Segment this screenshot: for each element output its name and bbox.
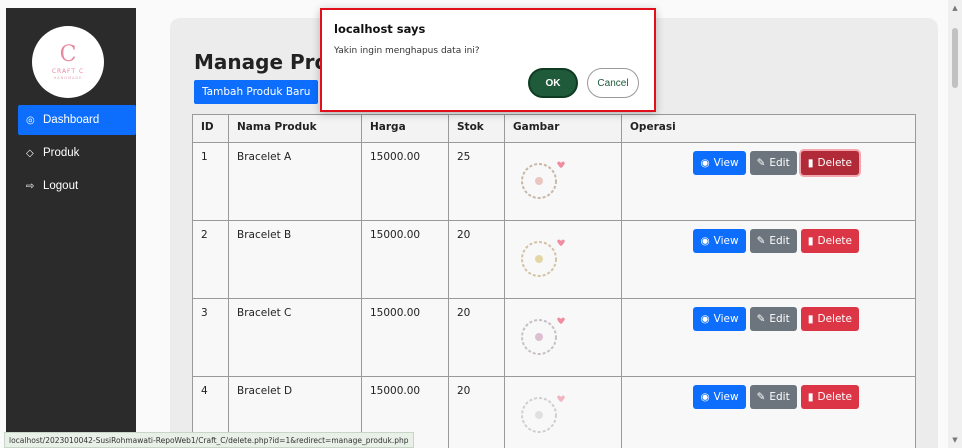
vertical-scrollbar[interactable]: ▲ ▼: [948, 0, 962, 448]
cell-stok: 20: [448, 298, 505, 377]
view-label: View: [713, 313, 739, 325]
trash-icon: ▮: [807, 235, 814, 247]
dashboard-icon: ◎: [26, 114, 35, 126]
cell-image: [504, 376, 622, 448]
sidebar-nav: ◎ Dashboard ◇ Produk ⇨ Logout: [18, 105, 136, 204]
sidebar-item-dashboard[interactable]: ◎ Dashboard: [18, 105, 136, 135]
product-table: ID Nama Produk Harga Stok Gambar Operasi…: [192, 114, 916, 448]
logo-brand: CRAFT C: [51, 68, 85, 75]
delete-label: Delete: [817, 391, 853, 403]
product-image: [521, 161, 565, 199]
cell-id: 2: [192, 220, 229, 299]
view-button[interactable]: ◉ View: [693, 307, 746, 331]
edit-label: Edit: [769, 391, 790, 403]
scrollbar-thumb[interactable]: [952, 28, 958, 88]
add-product-button[interactable]: Tambah Produk Baru: [194, 80, 319, 104]
column-header: Harga: [361, 114, 449, 143]
status-bar-url: localhost/2023010042-SusiRohmawati-RepoW…: [4, 432, 414, 448]
trash-icon: ▮: [807, 157, 814, 169]
edit-button[interactable]: ✎ Edit: [749, 229, 797, 253]
scroll-down-icon[interactable]: ▼: [951, 436, 959, 444]
cell-price: 15000.00: [361, 142, 449, 221]
brand-logo[interactable]: C CRAFT C HANDMADE: [32, 26, 104, 98]
scroll-up-icon[interactable]: ▲: [951, 4, 959, 12]
box-icon: ◇: [26, 147, 34, 159]
edit-button[interactable]: ✎ Edit: [749, 151, 797, 175]
eye-icon: ◉: [700, 157, 710, 169]
pencil-icon: ✎: [756, 157, 766, 169]
edit-button[interactable]: ✎ Edit: [749, 307, 797, 331]
edit-label: Edit: [769, 313, 790, 325]
column-header: Nama Produk: [228, 114, 362, 143]
browser-viewport: C CRAFT C HANDMADE ◎ Dashboard ◇ Produk …: [0, 0, 962, 448]
product-image: [521, 239, 565, 277]
ok-button[interactable]: OK: [528, 68, 578, 98]
sidebar-item-label: Produk: [43, 147, 80, 159]
cancel-button[interactable]: Cancel: [587, 68, 639, 98]
delete-label: Delete: [817, 235, 853, 247]
cell-stok: 20: [448, 376, 505, 448]
view-button[interactable]: ◉ View: [693, 229, 746, 253]
cell-operations: ◉ View ✎ Edit ▮ Delete: [621, 298, 916, 377]
cell-price: 15000.00: [361, 220, 449, 299]
sidebar: C CRAFT C HANDMADE ◎ Dashboard ◇ Produk …: [6, 8, 136, 448]
delete-button[interactable]: ▮ Delete: [800, 229, 859, 253]
delete-label: Delete: [817, 313, 853, 325]
cell-image: [504, 220, 622, 299]
trash-icon: ▮: [807, 391, 814, 403]
column-header: Operasi: [621, 114, 916, 143]
dialog-title: localhost says: [334, 22, 426, 36]
cell-image: [504, 142, 622, 221]
table-header-row: ID Nama Produk Harga Stok Gambar Operasi: [192, 114, 916, 143]
eye-icon: ◉: [700, 313, 710, 325]
cell-operations: ◉ View ✎ Edit ▮ Delete: [621, 142, 916, 221]
sidebar-item-logout[interactable]: ⇨ Logout: [18, 171, 136, 201]
dialog-message: Yakin ingin menghapus data ini?: [334, 46, 480, 56]
column-header: ID: [192, 114, 229, 143]
sidebar-item-label: Dashboard: [43, 114, 100, 126]
delete-button[interactable]: ▮ Delete: [800, 307, 859, 331]
table-row: 3 Bracelet C 15000.00 20 ◉ View ✎ Edit ▮ De…: [192, 298, 916, 377]
edit-label: Edit: [769, 235, 790, 247]
cell-name: Bracelet B: [228, 220, 362, 299]
eye-icon: ◉: [700, 235, 710, 247]
logout-icon: ⇨: [26, 180, 35, 192]
view-button[interactable]: ◉ View: [693, 151, 746, 175]
sidebar-item-produk[interactable]: ◇ Produk: [18, 138, 136, 168]
table-row: 2 Bracelet B 15000.00 20 ◉ View ✎ Edit ▮ De…: [192, 220, 916, 299]
table-row: 1 Bracelet A 15000.00 25 ◉ View ✎ Edit ▮ De…: [192, 142, 916, 221]
pencil-icon: ✎: [756, 235, 766, 247]
trash-icon: ▮: [807, 313, 814, 325]
column-header: Gambar: [504, 114, 622, 143]
delete-label: Delete: [817, 157, 853, 169]
cell-stok: 25: [448, 142, 505, 221]
sidebar-item-label: Logout: [43, 180, 79, 192]
cell-operations: ◉ View ✎ Edit ▮ Delete: [621, 220, 916, 299]
logo-mark: C: [59, 42, 77, 67]
view-label: View: [713, 235, 739, 247]
edit-button[interactable]: ✎ Edit: [749, 385, 797, 409]
confirm-dialog: localhost says Yakin ingin menghapus dat…: [320, 8, 656, 112]
cell-name: Bracelet C: [228, 298, 362, 377]
product-image: [521, 317, 565, 355]
view-label: View: [713, 391, 739, 403]
column-header: Stok: [448, 114, 505, 143]
cell-stok: 20: [448, 220, 505, 299]
cell-name: Bracelet A: [228, 142, 362, 221]
eye-icon: ◉: [700, 391, 710, 403]
cell-id: 1: [192, 142, 229, 221]
cell-operations: ◉ View ✎ Edit ▮ Delete: [621, 376, 916, 448]
delete-button[interactable]: ▮ Delete: [800, 385, 859, 409]
pencil-icon: ✎: [756, 391, 766, 403]
delete-button[interactable]: ▮ Delete: [800, 151, 859, 175]
cell-id: 3: [192, 298, 229, 377]
view-label: View: [713, 157, 739, 169]
cell-price: 15000.00: [361, 298, 449, 377]
pencil-icon: ✎: [756, 313, 766, 325]
logo-sub: HANDMADE: [53, 76, 83, 80]
edit-label: Edit: [769, 157, 790, 169]
product-image: [521, 395, 565, 433]
cell-image: [504, 298, 622, 377]
view-button[interactable]: ◉ View: [693, 385, 746, 409]
